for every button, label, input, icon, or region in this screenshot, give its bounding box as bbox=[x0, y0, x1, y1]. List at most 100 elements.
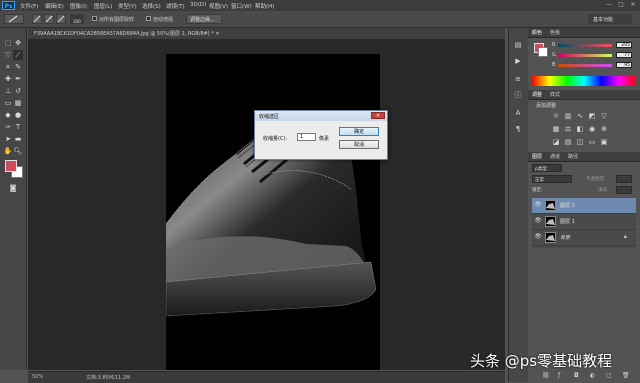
quick-selection-tool-icon[interactable]: ⟋ bbox=[13, 50, 23, 60]
dodge-tool-icon[interactable]: ● bbox=[13, 110, 23, 120]
stamp-tool-icon[interactable]: ⊥ bbox=[3, 86, 13, 96]
pen-tool-icon[interactable]: ✑ bbox=[3, 122, 13, 132]
subtract-from-selection-button[interactable] bbox=[56, 14, 66, 24]
invert-adjust-icon[interactable]: ◪ bbox=[552, 138, 560, 146]
tab-channels[interactable]: 通道 bbox=[550, 153, 560, 160]
visibility-eye-icon[interactable]: 👁︎ bbox=[534, 233, 542, 241]
hand-tool-icon[interactable]: ✋ bbox=[3, 146, 13, 156]
actions-panel-icon[interactable]: ▶ bbox=[513, 56, 523, 66]
document-tab[interactable]: F39AAA1BC61DF04CA2B56EA57A6D684A.jpg @ 5… bbox=[28, 28, 505, 40]
new-layer-icon[interactable]: ▢ bbox=[606, 372, 612, 379]
shape-tool-icon[interactable]: ▬ bbox=[13, 134, 23, 144]
move-tool-icon[interactable]: ✥ bbox=[13, 38, 23, 48]
zoom-tool-icon[interactable]: 🔍︎ bbox=[13, 146, 23, 156]
layer-kind-filter[interactable]: ρ类型 bbox=[532, 164, 562, 172]
tab-adjustments[interactable]: 调整 bbox=[532, 91, 542, 98]
character-panel-icon[interactable]: A bbox=[513, 108, 523, 118]
adjustment-layer-icon[interactable]: ◐ bbox=[590, 372, 595, 379]
refine-edge-button[interactable]: 调整边缘... bbox=[186, 14, 222, 24]
layer-row[interactable]: 👁︎ 图层 1 bbox=[532, 214, 636, 230]
color-balance-adjust-icon[interactable]: ⚖ bbox=[564, 125, 572, 133]
exposure-adjust-icon[interactable]: ◩ bbox=[588, 112, 596, 120]
new-selection-button[interactable] bbox=[32, 14, 42, 24]
maximize-button[interactable]: □ bbox=[616, 1, 626, 9]
path-selection-tool-icon[interactable]: ➤ bbox=[3, 134, 13, 144]
workspace-switcher[interactable]: 基本功能 bbox=[588, 14, 632, 24]
vibrance-adjust-icon[interactable]: ▽ bbox=[600, 112, 608, 120]
eraser-tool-icon[interactable]: ▭ bbox=[3, 98, 13, 108]
history-brush-tool-icon[interactable]: ↺ bbox=[13, 86, 23, 96]
visibility-eye-icon[interactable]: 👁︎ bbox=[534, 217, 542, 225]
tab-paths[interactable]: 路径 bbox=[568, 153, 578, 160]
layer-row[interactable]: 👁︎ 背景 🔒︎ bbox=[532, 230, 636, 246]
menu-edit[interactable]: 编辑(E) bbox=[45, 2, 64, 10]
menu-image[interactable]: 图像(I) bbox=[70, 2, 87, 10]
link-layers-icon[interactable]: ⛓ bbox=[542, 372, 550, 379]
fill-field[interactable] bbox=[616, 186, 632, 194]
tab-color[interactable]: 颜色 bbox=[532, 29, 542, 36]
auto-enhance-checkbox[interactable] bbox=[146, 16, 151, 21]
dialog-titlebar[interactable]: 收缩选区 ✕ bbox=[255, 111, 387, 121]
channel-b-slider[interactable] bbox=[558, 64, 612, 67]
menu-select[interactable]: 选择(S) bbox=[142, 2, 161, 10]
close-window-button[interactable]: ✕ bbox=[628, 1, 638, 9]
menu-3d[interactable]: 3D(D) bbox=[190, 2, 206, 8]
brightness-adjust-icon[interactable]: ☼ bbox=[552, 112, 560, 120]
threshold-adjust-icon[interactable]: ◫ bbox=[576, 138, 584, 146]
visibility-eye-icon[interactable]: 👁︎ bbox=[534, 201, 542, 209]
lasso-tool-icon[interactable]: ➰ bbox=[3, 50, 13, 60]
tool-preset-picker[interactable] bbox=[4, 14, 24, 24]
menu-layer[interactable]: 图层(L) bbox=[94, 2, 112, 10]
gradient-tool-icon[interactable]: ▦ bbox=[13, 98, 23, 108]
channel-b-value[interactable]: 95 bbox=[616, 62, 632, 68]
menu-view[interactable]: 视图(V) bbox=[209, 2, 228, 10]
minimize-button[interactable]: — bbox=[604, 1, 614, 9]
add-to-selection-button[interactable]: + bbox=[44, 14, 54, 24]
mask-icon[interactable]: ◘ bbox=[574, 372, 579, 379]
channel-mixer-adjust-icon[interactable]: ⊕ bbox=[600, 125, 608, 133]
paragraph-panel-icon[interactable]: ¶ bbox=[513, 124, 523, 134]
curves-adjust-icon[interactable]: ∿ bbox=[576, 112, 584, 120]
hue-adjust-icon[interactable]: ▦ bbox=[552, 125, 560, 133]
panel-background-swatch[interactable] bbox=[538, 47, 548, 57]
tab-styles[interactable]: 样式 bbox=[550, 91, 560, 98]
opacity-field[interactable] bbox=[616, 175, 632, 183]
brush-size-picker[interactable]: 300 bbox=[70, 14, 84, 24]
gradient-map-adjust-icon[interactable]: ▭ bbox=[588, 138, 596, 146]
posterize-adjust-icon[interactable]: ▤ bbox=[564, 138, 572, 146]
menu-type[interactable]: 类型(Y) bbox=[118, 2, 137, 10]
channel-g-value[interactable]: 77 bbox=[616, 52, 632, 58]
cancel-button[interactable]: 取消 bbox=[339, 140, 379, 149]
eyedropper-tool-icon[interactable]: ✎ bbox=[13, 62, 23, 72]
type-tool-icon[interactable]: T bbox=[13, 122, 23, 132]
dialog-close-button[interactable]: ✕ bbox=[371, 112, 385, 119]
color-spectrum-bar[interactable] bbox=[532, 76, 636, 86]
tab-swatches[interactable]: 色板 bbox=[550, 29, 560, 36]
levels-adjust-icon[interactable]: ▥ bbox=[564, 112, 572, 120]
blur-tool-icon[interactable]: ◆ bbox=[3, 110, 13, 120]
menu-window[interactable]: 窗口(W) bbox=[231, 2, 252, 10]
tab-layers[interactable]: 图层 bbox=[532, 153, 542, 160]
fx-icon[interactable]: ƒ bbox=[558, 372, 560, 379]
photo-filter-adjust-icon[interactable]: ◉ bbox=[588, 125, 596, 133]
canvas-area[interactable] bbox=[28, 40, 505, 370]
quick-mask-icon[interactable]: ◙ bbox=[8, 183, 18, 193]
ok-button[interactable]: 确定 bbox=[339, 127, 379, 136]
channel-g-slider[interactable] bbox=[558, 54, 612, 57]
channel-r-slider[interactable] bbox=[558, 44, 612, 47]
menu-help[interactable]: 帮助(H) bbox=[255, 2, 274, 10]
blend-mode-select[interactable]: 正常 bbox=[532, 175, 572, 183]
selective-color-adjust-icon[interactable]: ▣ bbox=[600, 138, 608, 146]
menu-file[interactable]: 文件(F) bbox=[20, 2, 38, 10]
menu-filter[interactable]: 滤镜(T) bbox=[166, 2, 185, 10]
contract-amount-input[interactable]: 1 bbox=[297, 133, 316, 141]
layer-row[interactable]: 👁︎ 图层 2 bbox=[532, 198, 636, 214]
delete-layer-icon[interactable]: 🗑︎ bbox=[622, 372, 630, 379]
healing-tool-icon[interactable]: ✚ bbox=[3, 74, 13, 84]
history-panel-icon[interactable]: ▤ bbox=[513, 40, 523, 50]
marquee-tool-icon[interactable]: ⬚ bbox=[3, 38, 13, 48]
channel-r-value[interactable]: 205 bbox=[616, 42, 632, 48]
properties-panel-icon[interactable]: ≡ bbox=[513, 74, 523, 84]
crop-tool-icon[interactable]: ⌗ bbox=[3, 62, 13, 72]
sample-all-layers-checkbox[interactable] bbox=[92, 16, 97, 21]
